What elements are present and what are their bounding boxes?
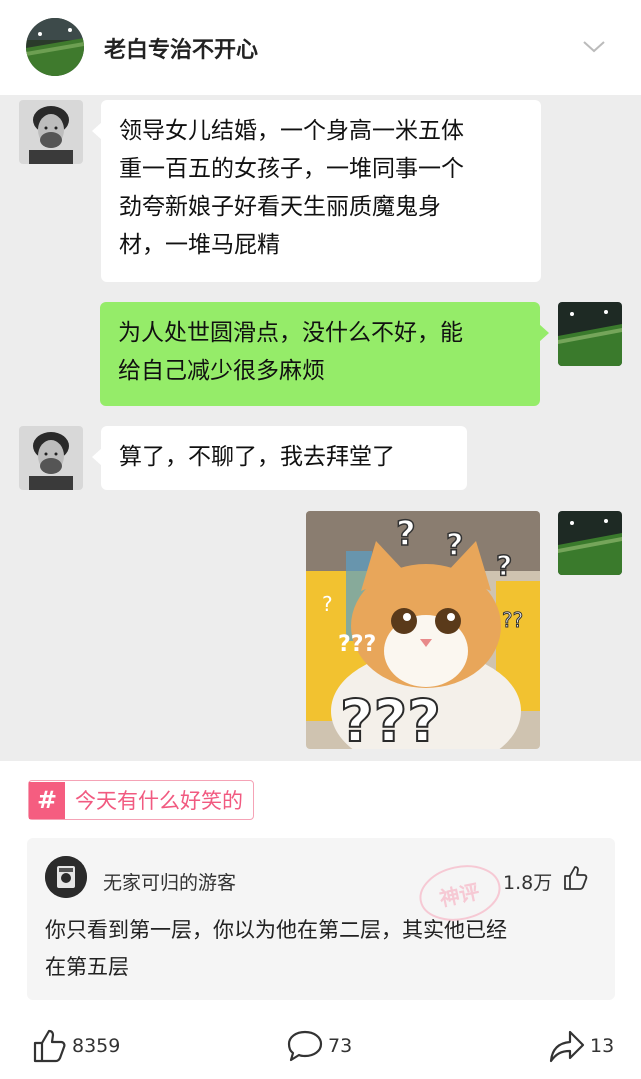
hot-comment-stamp: 神评 (405, 858, 515, 928)
self-avatar[interactable] (558, 511, 622, 575)
comment-line: 在第五层 (45, 955, 129, 979)
share-count: 13 (590, 1035, 615, 1057)
message-bubble-left[interactable]: 算了，不聊了，我去拜堂了 (92, 426, 467, 490)
comment-count: 73 (328, 1035, 353, 1057)
share-action[interactable]: 13 (548, 1026, 614, 1066)
message-line: 领导女儿结婚，一个身高一米五体 (119, 118, 464, 144)
chat-title: 老白专治不开心 (104, 38, 259, 63)
comment-text: 你只看到第一层，你以为他在第二层，其实他已经 在第五层 (45, 912, 600, 986)
comment-bubble-icon (287, 1030, 323, 1062)
chat-area: 领导女儿结婚，一个身高一米五体 重一百五的女孩子，一堆同事一个 劲夸新娘子好看天… (0, 95, 641, 761)
cat-meme-image[interactable]: ? ? ? ? ??? ?? ??? (306, 511, 540, 749)
chat-header: 老白专治不开心 (0, 0, 641, 95)
comment-action[interactable]: 73 (286, 1026, 352, 1066)
like-count: 8359 (72, 1035, 121, 1057)
svg-text:?: ? (322, 592, 333, 616)
self-avatar[interactable] (558, 302, 622, 366)
svg-text:?: ? (396, 514, 416, 554)
topic-tag[interactable]: # 今天有什么好笑的 (28, 780, 254, 820)
message-line: 劲夸新娘子好看天生丽质魔鬼身 (119, 194, 441, 220)
thumbs-up-icon (33, 1029, 66, 1063)
chevron-down-icon[interactable] (582, 38, 606, 56)
share-arrow-icon (549, 1030, 585, 1063)
message-line: 重一百五的女孩子，一堆同事一个 (119, 156, 464, 182)
message-line: 材，一堆马屁精 (119, 232, 280, 258)
group-avatar[interactable] (26, 18, 84, 76)
svg-text:???: ??? (338, 632, 376, 657)
commenter-name[interactable]: 无家可归的游客 (103, 868, 236, 895)
message-line: 算了，不聊了，我去拜堂了 (119, 444, 395, 470)
sender-avatar[interactable] (19, 100, 83, 164)
svg-text:神评: 神评 (437, 879, 481, 911)
like-action[interactable]: 8359 (32, 1026, 120, 1066)
svg-text:?: ? (446, 528, 463, 563)
message-line: 为人处世圆滑点，没什么不好，能 (118, 320, 463, 346)
thumbs-up-icon[interactable] (562, 864, 590, 892)
comment-line: 你只看到第一层，你以为他在第二层，其实他已经 (45, 918, 507, 942)
message-bubble-left[interactable]: 领导女儿结婚，一个身高一米五体 重一百五的女孩子，一堆同事一个 劲夸新娘子好看天… (92, 100, 541, 282)
cat-overlay-text: ??? (340, 687, 441, 749)
svg-text:?: ? (496, 549, 512, 582)
message-bubble-right[interactable]: 为人处世圆滑点，没什么不好，能 给自己减少很多麻烦 (100, 302, 549, 406)
svg-text:??: ?? (502, 608, 523, 632)
sender-avatar[interactable] (19, 426, 83, 490)
topic-label: 今天有什么好笑的 (75, 789, 243, 813)
message-line: 给自己减少很多麻烦 (118, 358, 325, 384)
hot-comment-card[interactable]: 无家可归的游客 1.8万 你只看到第一层，你以为他在第二层，其实他已经 在第五层… (27, 838, 615, 1000)
commenter-avatar[interactable] (45, 856, 87, 898)
hashtag-icon: # (29, 781, 65, 819)
